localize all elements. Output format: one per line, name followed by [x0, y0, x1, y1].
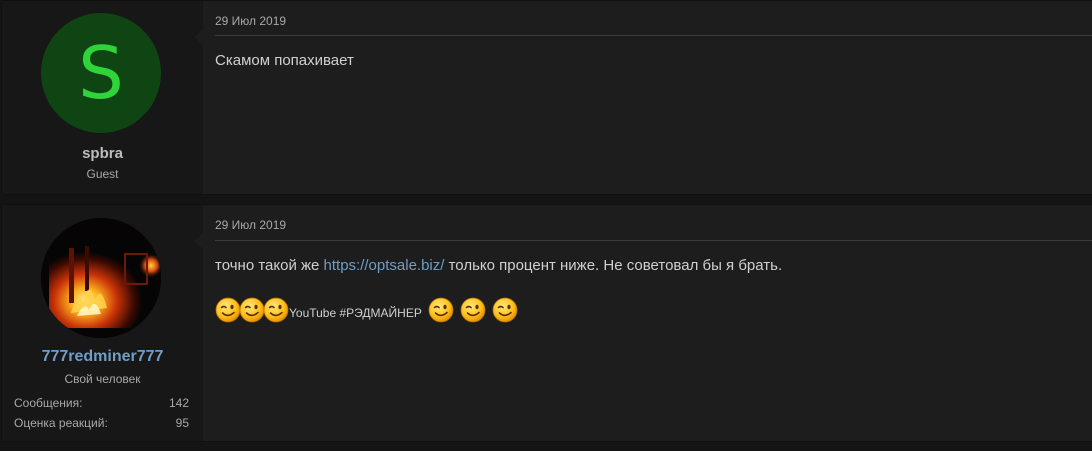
- post-header-divider: [215, 240, 1092, 241]
- avatar-letter: S: [78, 31, 124, 115]
- stat-label: Оценка реакций:: [14, 416, 108, 430]
- post-date[interactable]: 29 Июл 2019: [215, 14, 286, 28]
- username-link[interactable]: 777redminer777: [2, 348, 203, 366]
- message-text: точно такой же: [215, 257, 324, 274]
- stat-value[interactable]: 142: [169, 393, 189, 413]
- post-message: Скамом попахивает: [215, 52, 354, 69]
- post-content: 29 Июл 2019 точно такой же https://optsa…: [203, 205, 1092, 441]
- post-header-divider: [215, 35, 1092, 36]
- user-title: Guest: [86, 167, 119, 181]
- wink-emoji-icon: [215, 297, 241, 323]
- stat-row-messages: Сообщения: 142: [14, 393, 189, 413]
- post-message: точно такой же https://optsale.biz/ толь…: [215, 256, 1080, 276]
- stat-value: 95: [175, 416, 189, 430]
- wink-emoji-icon: [492, 297, 518, 323]
- fire-avatar-image: [41, 218, 161, 338]
- user-title: Свой человек: [64, 372, 141, 386]
- message-text: только процент ниже. Не советовал бы я б…: [444, 257, 783, 274]
- post-date[interactable]: 29 Июл 2019: [215, 218, 286, 232]
- wink-emoji-icon: [460, 297, 486, 323]
- wink-emoji-icon: [239, 297, 265, 323]
- post: 777redminer777 Свой человек Сообщения: 1…: [1, 204, 1092, 442]
- post-user-info: S spbra Guest: [2, 1, 204, 194]
- avatar[interactable]: [41, 218, 161, 338]
- post: S spbra Guest 29 Июл 2019 Скамом попахив…: [1, 0, 1092, 195]
- username-link[interactable]: spbra: [2, 145, 203, 162]
- wink-emoji-icon: [263, 297, 289, 323]
- signature-line: YouTube #РЭДМАЙНЕР: [215, 296, 516, 324]
- stat-row-reactions: Оценка реакций: 95: [14, 413, 189, 433]
- wink-emoji-icon: [428, 297, 454, 323]
- stat-label: Сообщения:: [14, 396, 83, 410]
- post-user-info: 777redminer777 Свой человек Сообщения: 1…: [2, 205, 204, 441]
- user-stats: Сообщения: 142 Оценка реакций: 95: [14, 393, 189, 433]
- post-content: 29 Июл 2019 Скамом попахивает: [203, 1, 1092, 194]
- message-link[interactable]: https://optsale.biz/: [324, 257, 445, 274]
- avatar[interactable]: S: [41, 13, 161, 133]
- signature-text: YouTube #РЭДМАЙНЕР: [289, 306, 422, 320]
